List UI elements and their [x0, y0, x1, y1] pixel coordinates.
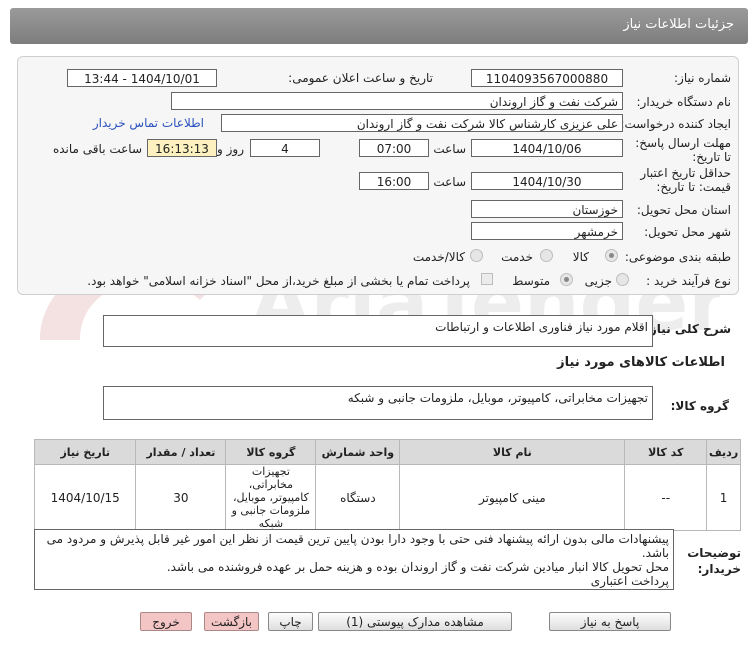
process-radio-medium[interactable] [560, 273, 573, 286]
buyer-contact-link[interactable]: اطلاعات تماس خریدار [93, 116, 204, 130]
validity-hour-label: ساعت [433, 175, 466, 189]
days-remaining-field[interactable]: 4 [250, 139, 320, 157]
buyer-note-line: پیشنهادات مالی بدون ارائه پیشنهاد فنی حت… [46, 532, 669, 560]
page-title: جزئیات اطلاعات نیاز [623, 17, 734, 32]
process-radio-minor[interactable] [616, 273, 629, 286]
cell-need-date: 1404/10/15 [33, 464, 137, 531]
category-label: طبقه بندی موضوعی: [624, 250, 731, 264]
goods-info-title: اطلاعات کالاهای مورد نیاز [557, 355, 725, 370]
table-row[interactable]: 1 -- مینی کامپیوتر دستگاه تجهیزات مخابرا… [33, 464, 741, 531]
need-number-field[interactable]: 1104093567000880 [471, 69, 623, 87]
attachments-button[interactable]: مشاهده مدارک پیوستی (1) [318, 612, 512, 631]
remaining-time-label: ساعت باقی مانده [52, 142, 142, 156]
announce-label: تاریخ و ساعت اعلان عمومی: [288, 71, 433, 85]
exit-button[interactable]: خروج [140, 612, 192, 631]
category-radio-goods-service[interactable] [470, 249, 483, 262]
process-type-label: نوع فرآیند خرید : [646, 274, 731, 288]
category-radio-goods[interactable] [605, 249, 618, 262]
buyer-note-line: پرداخت اعتباری [590, 574, 669, 588]
process-option-medium: متوسط [512, 274, 550, 288]
deadline-label: مهلت ارسال پاسخ: تا تاریخ: [635, 136, 731, 164]
buyer-org-field[interactable]: شرکت نفت و گاز اروندان [171, 92, 623, 110]
category-option-goods: کالا [572, 250, 589, 264]
buyer-note-line: محل تحویل کالا انبار میادین شرکت نفت و گ… [166, 560, 669, 574]
buyer-notes-label: توضیحات خریدار: [687, 546, 741, 576]
back-button[interactable]: بازگشت [204, 612, 259, 631]
print-button[interactable]: چاپ [268, 612, 313, 631]
reply-button[interactable]: پاسخ به نیاز [549, 612, 671, 631]
requester-field[interactable]: علی عزیزی کارشناس کالا شرکت نفت و گاز ار… [221, 114, 623, 132]
cell-goods-group: تجهیزات مخابراتی، کامپیوتر، موبایل، ملزو… [225, 464, 317, 531]
cell-row-number: 1 [706, 464, 741, 531]
col-header-goods-group: گروه کالا [225, 439, 317, 465]
goods-group-label: گروه کالا: [670, 399, 729, 413]
remaining-time-field: 16:13:13 [147, 139, 217, 157]
province-field[interactable]: خوزستان [471, 200, 623, 218]
requester-label: ایجاد کننده درخواست: [620, 117, 731, 131]
category-option-service: خدمت [501, 250, 533, 264]
col-header-item-code: کد کالا [624, 439, 708, 465]
col-header-unit: واحد شمارش [315, 439, 401, 465]
treasury-checkbox[interactable] [481, 273, 493, 285]
buyer-notes-field[interactable]: پیشنهادات مالی بدون ارائه پیشنهاد فنی حت… [34, 529, 674, 590]
days-label: روز و [217, 142, 244, 156]
category-option-goods-service: کالا/خدمت [412, 250, 465, 264]
validity-hour-field[interactable]: 16:00 [359, 172, 429, 190]
col-header-need-date: تاریخ نیاز [33, 439, 137, 465]
deadline-date-field[interactable]: 1404/10/06 [471, 139, 623, 157]
province-label: استان محل تحویل: [636, 203, 731, 217]
table-header-row: ردیف کد کالا نام کالا واحد شمارش گروه کا… [33, 439, 741, 465]
category-radio-service[interactable] [540, 249, 553, 262]
announce-field[interactable]: 1404/10/01 - 13:44 [67, 69, 217, 87]
need-number-label: شماره نیاز: [674, 71, 731, 85]
city-field[interactable]: خرمشهر [471, 222, 623, 240]
deadline-hour-label: ساعت [433, 142, 466, 156]
col-header-quantity: تعداد / مقدار [135, 439, 227, 465]
validity-date-field[interactable]: 1404/10/30 [471, 172, 623, 190]
summary-field[interactable]: اقلام مورد نیاز فناوری اطلاعات و ارتباطا… [103, 315, 653, 347]
cell-unit: دستگاه [315, 464, 401, 531]
cell-quantity: 30 [135, 464, 227, 531]
process-option-minor: جزیی [584, 274, 612, 288]
deadline-hour-field[interactable]: 07:00 [359, 139, 429, 157]
city-label: شهر محل تحویل: [644, 225, 731, 239]
page-header: جزئیات اطلاعات نیاز [10, 8, 748, 44]
treasury-payment-note: پرداخت تمام یا بخشی از مبلغ خرید،از محل … [87, 274, 470, 288]
buyer-org-label: نام دستگاه خریدار: [636, 95, 732, 109]
summary-label: شرح کلی نیاز: [645, 322, 731, 336]
validity-label: حداقل تاریخ اعتبار قیمت: تا تاریخ: [640, 166, 731, 194]
col-header-row-number: ردیف [706, 439, 741, 465]
col-header-item-name: نام کالا [399, 439, 626, 465]
cell-item-name: مینی کامپیوتر [399, 464, 626, 531]
cell-item-code: -- [624, 464, 708, 531]
goods-group-field[interactable]: تجهیزات مخابراتی، کامپیوتر، موبایل، ملزو… [103, 386, 653, 420]
items-table: ردیف کد کالا نام کالا واحد شمارش گروه کا… [33, 439, 741, 531]
